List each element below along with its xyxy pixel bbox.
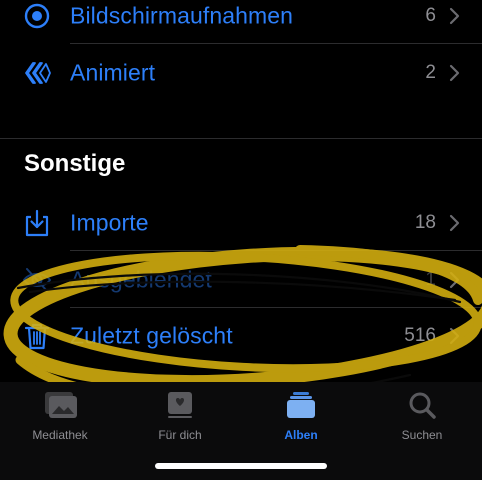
search-icon	[404, 390, 440, 420]
tab-label: Mediathek	[32, 428, 88, 442]
list-item-label: Animiert	[70, 59, 156, 86]
list-item-label: Importe	[70, 209, 149, 236]
chevron-right-icon	[448, 271, 460, 289]
albums-icon	[283, 390, 319, 420]
record-icon	[22, 1, 52, 31]
chevron-right-icon	[448, 64, 460, 82]
list-item-bildschirmaufnahmen[interactable]: Bildschirmaufnahmen 6	[0, 0, 482, 44]
section-title: Sonstige	[24, 150, 126, 177]
import-icon	[22, 208, 52, 238]
list-item-count: 6	[425, 5, 436, 26]
chevron-right-icon	[448, 7, 460, 25]
list-item-count: 516	[404, 325, 436, 346]
chevron-right-icon	[448, 327, 460, 345]
list-item-count: 1	[425, 269, 436, 290]
tab-label: Für dich	[158, 428, 202, 442]
tab-label: Alben	[284, 428, 318, 442]
divider	[70, 250, 482, 251]
list-item-label: Ausgeblendet	[70, 266, 212, 293]
trash-icon	[22, 321, 52, 351]
list-item-label: Zuletzt gelöscht	[70, 322, 233, 349]
tab-label: Suchen	[401, 428, 443, 442]
for-you-icon	[162, 390, 198, 420]
tab-suchen[interactable]: Suchen	[362, 390, 482, 442]
divider	[0, 138, 482, 139]
list-item-ausgeblendet[interactable]: Ausgeblendet 1	[0, 252, 482, 308]
chevron-right-icon	[448, 214, 460, 232]
animated-icon	[22, 58, 52, 88]
home-indicator[interactable]	[155, 463, 327, 469]
list-item-label: Bildschirmaufnahmen	[70, 2, 294, 29]
hidden-eye-icon	[22, 265, 52, 295]
list-item-count: 2	[425, 62, 436, 83]
list-item-animiert[interactable]: Animiert 2	[0, 45, 482, 101]
photo-library-icon	[42, 390, 78, 420]
tab-mediathek[interactable]: Mediathek	[0, 390, 120, 442]
tab-alben[interactable]: Alben	[241, 390, 361, 442]
tab-fuer-dich[interactable]: Für dich	[120, 390, 240, 442]
list-item-count: 18	[414, 212, 436, 233]
list-item-importe[interactable]: Importe 18	[0, 195, 482, 251]
divider	[70, 43, 482, 44]
list-item-zuletzt-geloescht[interactable]: Zuletzt gelöscht 516	[0, 308, 482, 364]
